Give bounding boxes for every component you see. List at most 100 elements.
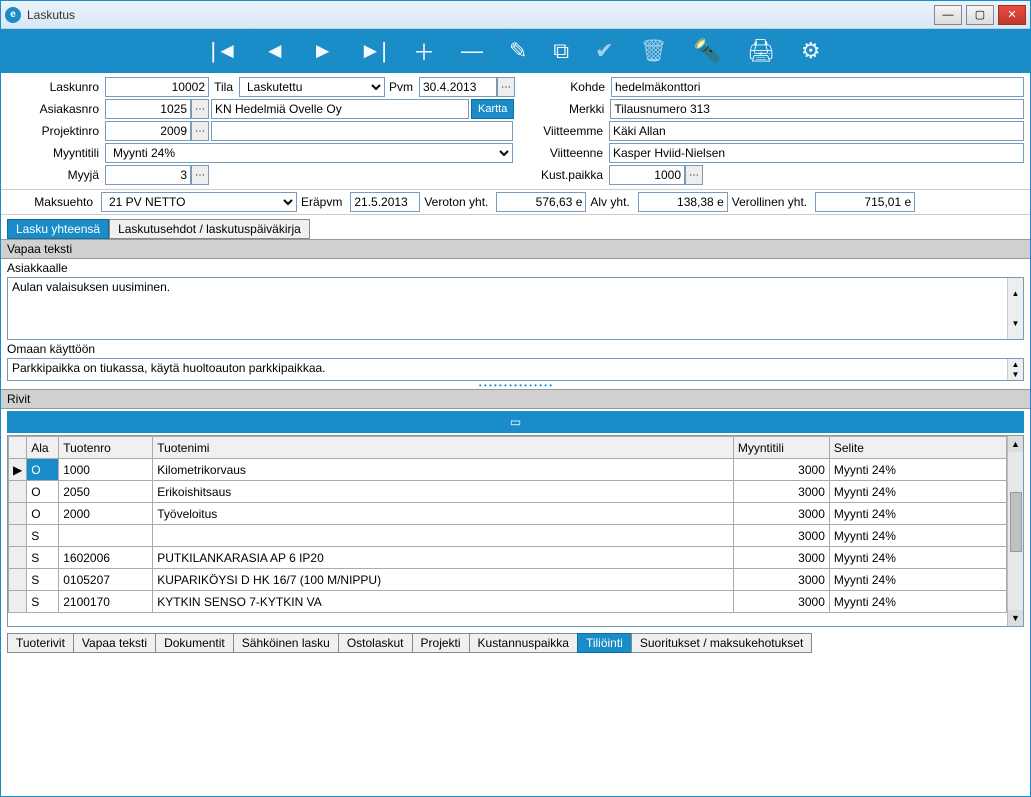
grid-cell[interactable]: 2100170	[59, 591, 153, 613]
grid-cell[interactable]	[153, 525, 734, 547]
grid-cell[interactable]	[9, 569, 27, 591]
omaan-down[interactable]: ▼	[1007, 370, 1023, 381]
grid-cell[interactable]: O	[27, 481, 59, 503]
table-row[interactable]: S1602006PUTKILANKARASIA AP 6 IP203000Myy…	[9, 547, 1007, 569]
grid-scrollbar[interactable]: ▲ ▼	[1007, 436, 1023, 626]
grid-cell[interactable]: Työveloitus	[153, 503, 734, 525]
projekti-nimi-input[interactable]	[211, 121, 513, 141]
myyntitili-select[interactable]: Myynti 24%	[105, 143, 513, 163]
grid-header[interactable]: Selite	[829, 437, 1006, 459]
pvm-input[interactable]	[419, 77, 497, 97]
grid-cell[interactable]: ▶	[9, 459, 27, 481]
kartta-button[interactable]: Kartta	[471, 99, 514, 119]
tab-laskutusehdot[interactable]: Laskutusehdot / laskutuspäiväkirja	[109, 219, 310, 239]
grid-cell[interactable]: KUPARIKÖYSI D HK 16/7 (100 M/NIPPU)	[153, 569, 734, 591]
first-icon[interactable]: |◄	[210, 38, 238, 64]
grid-header[interactable]: Ala	[27, 437, 59, 459]
grid-cell[interactable]: 3000	[733, 481, 829, 503]
bottom-tab[interactable]: Tiliöinti	[577, 633, 632, 653]
scroll-down-icon[interactable]: ▼	[1008, 610, 1023, 626]
erapvm-input[interactable]	[350, 192, 420, 212]
grid-cell[interactable]	[9, 525, 27, 547]
kustpaikka-lookup-button[interactable]: ⋯	[685, 165, 703, 185]
grid-cell[interactable]: 0105207	[59, 569, 153, 591]
grid-header[interactable]	[9, 437, 27, 459]
grid-cell[interactable]: Myynti 24%	[829, 503, 1006, 525]
asiakkaalle-textarea[interactable]: Aulan valaisuksen uusiminen.	[8, 278, 1007, 336]
grid-cell[interactable]	[59, 525, 153, 547]
merkki-input[interactable]	[610, 99, 1024, 119]
grid-header[interactable]: Myyntitili	[733, 437, 829, 459]
table-row[interactable]: O2000Työveloitus3000Myynti 24%	[9, 503, 1007, 525]
bottom-tab[interactable]: Suoritukset / maksukehotukset	[631, 633, 812, 653]
titlebar[interactable]: e Laskutus — ▢ ✕	[1, 1, 1030, 29]
grid-cell[interactable]: S	[27, 547, 59, 569]
maximize-button[interactable]: ▢	[966, 5, 994, 25]
kustpaikka-input[interactable]	[609, 165, 685, 185]
grid-cell[interactable]: O	[27, 459, 59, 481]
bottom-tab[interactable]: Ostolaskut	[338, 633, 413, 653]
asiakkaalle-up[interactable]: ▲	[1007, 278, 1023, 309]
bottom-tab[interactable]: Dokumentit	[155, 633, 234, 653]
grid-cell[interactable]: Myynti 24%	[829, 591, 1006, 613]
edit-icon[interactable]: ✎	[509, 38, 527, 64]
copy-icon[interactable]: ⧉	[553, 38, 569, 64]
asiakasnro-input[interactable]	[105, 99, 191, 119]
grid-cell[interactable]: 3000	[733, 503, 829, 525]
bottom-tab[interactable]: Projekti	[412, 633, 470, 653]
grid-cell[interactable]: 1602006	[59, 547, 153, 569]
grid-cell[interactable]: 2000	[59, 503, 153, 525]
close-button[interactable]: ✕	[998, 5, 1026, 25]
grid-cell[interactable]: 2050	[59, 481, 153, 503]
settings-icon[interactable]: ⚙	[801, 38, 821, 64]
projektinro-lookup-button[interactable]: ⋯	[191, 121, 209, 141]
search-icon[interactable]: 🔦	[694, 38, 721, 64]
grid-header[interactable]: Tuotenimi	[153, 437, 734, 459]
minimize-button[interactable]: —	[934, 5, 962, 25]
remove-icon[interactable]: —	[461, 38, 483, 64]
kohde-input[interactable]	[611, 77, 1024, 97]
laskunro-input[interactable]	[105, 77, 209, 97]
table-row[interactable]: O2050Erikoishitsaus3000Myynti 24%	[9, 481, 1007, 503]
trash-icon[interactable]: 🗑	[640, 38, 668, 64]
grid-cell[interactable]: Myynti 24%	[829, 547, 1006, 569]
table-row[interactable]: S2100170KYTKIN SENSO 7-KYTKIN VA3000Myyn…	[9, 591, 1007, 613]
next-icon[interactable]: ►	[312, 38, 334, 64]
projektinro-input[interactable]	[105, 121, 191, 141]
print-icon[interactable]: 🖨	[747, 38, 775, 64]
grid-cell[interactable]	[9, 481, 27, 503]
grid-cell[interactable]: S	[27, 591, 59, 613]
myyja-input[interactable]	[105, 165, 191, 185]
grid-cell[interactable]: Myynti 24%	[829, 525, 1006, 547]
grid-cell[interactable]: 3000	[733, 459, 829, 481]
bottom-tab[interactable]: Tuoterivit	[7, 633, 74, 653]
table-row[interactable]: S0105207KUPARIKÖYSI D HK 16/7 (100 M/NIP…	[9, 569, 1007, 591]
myyja-lookup-button[interactable]: ⋯	[191, 165, 209, 185]
grid-cell[interactable]: O	[27, 503, 59, 525]
bottom-tab[interactable]: Kustannuspaikka	[469, 633, 578, 653]
asiakkaalle-down[interactable]: ▼	[1007, 309, 1023, 340]
grid-cell[interactable]: Myynti 24%	[829, 569, 1006, 591]
splitter[interactable]: • • • • • • • • • • • • • • •	[1, 381, 1030, 389]
bottom-tab[interactable]: Vapaa teksti	[73, 633, 156, 653]
asiakas-nimi-input[interactable]	[211, 99, 469, 119]
prev-icon[interactable]: ◄	[264, 38, 286, 64]
omaan-up[interactable]: ▲	[1007, 359, 1023, 370]
table-row[interactable]: S3000Myynti 24%	[9, 525, 1007, 547]
grid-cell[interactable]: S	[27, 525, 59, 547]
omaan-textarea[interactable]: Parkkipaikka on tiukassa, käytä huoltoau…	[8, 359, 1007, 377]
add-icon[interactable]: ＋	[413, 35, 435, 67]
grid-cell[interactable]: Erikoishitsaus	[153, 481, 734, 503]
tila-select[interactable]: Laskutettu	[239, 77, 385, 97]
grid-cell[interactable]: S	[27, 569, 59, 591]
viitteemme-input[interactable]	[609, 121, 1024, 141]
grid-cell[interactable]: Myynti 24%	[829, 459, 1006, 481]
rivit-toolbar[interactable]: ▭	[7, 411, 1024, 433]
grid-cell[interactable]: PUTKILANKARASIA AP 6 IP20	[153, 547, 734, 569]
grid-cell[interactable]: Myynti 24%	[829, 481, 1006, 503]
last-icon[interactable]: ►|	[359, 38, 387, 64]
grid-cell[interactable]: KYTKIN SENSO 7-KYTKIN VA	[153, 591, 734, 613]
scroll-up-icon[interactable]: ▲	[1008, 436, 1023, 452]
tab-lasku-yhteensa[interactable]: Lasku yhteensä	[7, 219, 109, 239]
approve-icon[interactable]: ✔	[595, 38, 613, 64]
